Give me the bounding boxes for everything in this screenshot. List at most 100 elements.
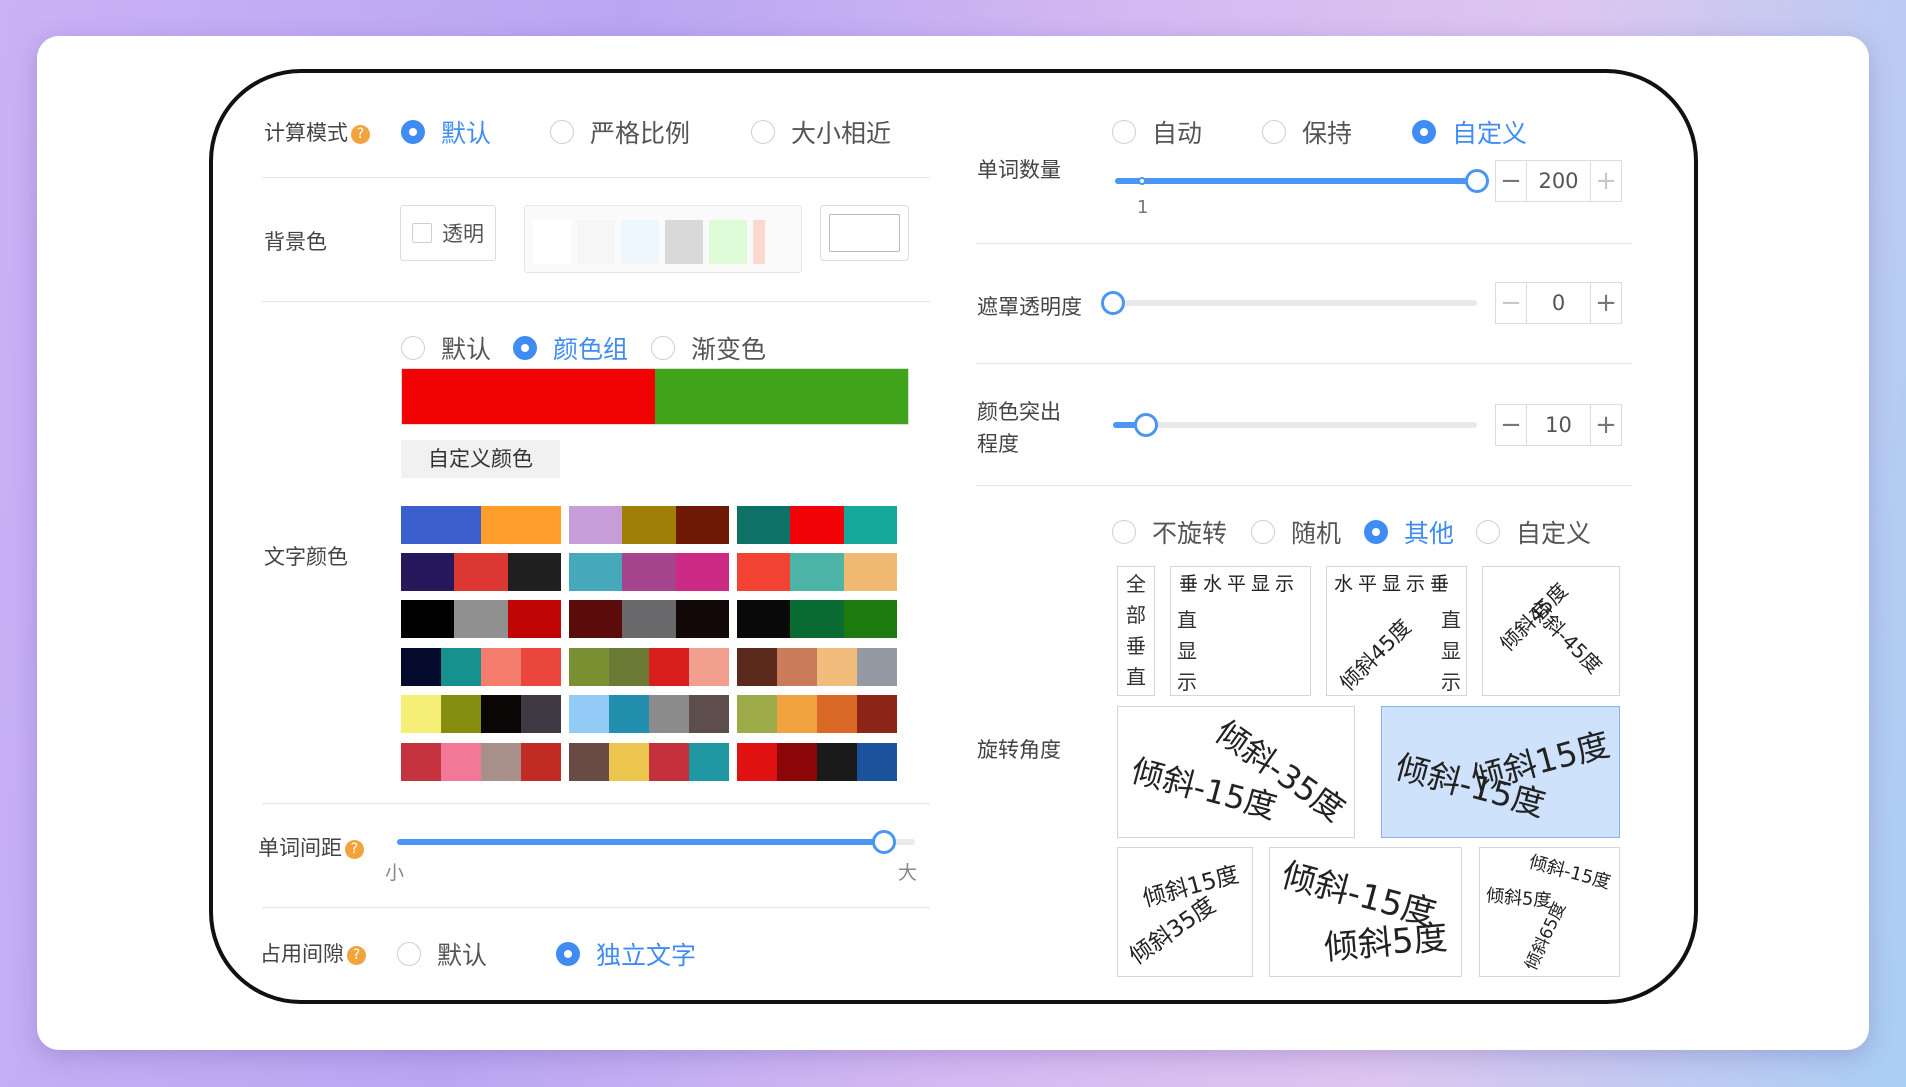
color-palette-option[interactable]	[737, 600, 897, 638]
word-spacing-slider-thumb[interactable]	[871, 830, 896, 854]
palette-color-swatch	[622, 600, 676, 638]
color-palette-option[interactable]	[569, 600, 729, 638]
palette-color-swatch	[521, 648, 561, 686]
color-palette-option[interactable]	[737, 506, 897, 544]
palette-color-swatch	[790, 600, 844, 638]
color-palette-option[interactable]	[737, 648, 897, 686]
color-palette-option[interactable]	[401, 648, 561, 686]
vertical-char: 示	[1177, 670, 1197, 694]
preset-text-vertical: 直显示	[1177, 605, 1197, 695]
color-palette-option[interactable]	[569, 506, 729, 544]
color-palette-option[interactable]	[401, 743, 561, 781]
rotation-preset-15-35[interactable]: 倾斜15度 倾斜35度	[1117, 847, 1253, 977]
palette-color-swatch	[817, 743, 857, 781]
word-count-keep-radio[interactable]: 保持	[1262, 114, 1352, 150]
background-swatch[interactable]	[621, 220, 659, 264]
color-emphasis-slider[interactable]	[1113, 422, 1477, 428]
help-icon[interactable]: ?	[351, 125, 370, 144]
color-palette-option[interactable]	[401, 600, 561, 638]
palette-color-swatch	[817, 648, 857, 686]
radio-label: 严格比例	[590, 119, 691, 148]
color-palette-option[interactable]	[737, 695, 897, 733]
rotation-preset-vertical-horizontal[interactable]: 垂水平显示 直显示	[1170, 566, 1311, 696]
help-icon[interactable]: ?	[347, 946, 366, 965]
radio-label: 自动	[1152, 119, 1203, 148]
rotation-preset-35[interactable]: 倾斜-35度 倾斜-15度	[1117, 706, 1355, 838]
color-palette-option[interactable]	[737, 553, 897, 591]
background-swatch[interactable]	[533, 220, 571, 264]
calc-mode-strict-radio[interactable]: 严格比例	[550, 114, 690, 150]
color-palette-option[interactable]	[401, 553, 561, 591]
palette-color-swatch	[481, 648, 521, 686]
color-palette-option[interactable]	[401, 506, 561, 544]
label-line: 颜色突出	[977, 400, 1061, 424]
increment-button[interactable]: +	[1591, 283, 1621, 323]
decrement-button[interactable]: −	[1496, 405, 1526, 445]
palette-color-swatch	[507, 553, 561, 591]
background-color-picker[interactable]	[820, 205, 909, 261]
background-swatch[interactable]	[753, 220, 765, 264]
word-count-auto-radio[interactable]: 自动	[1112, 114, 1202, 150]
transparent-checkbox[interactable]: 透明	[400, 205, 496, 261]
increment-button[interactable]: +	[1591, 161, 1621, 201]
color-emphasis-value[interactable]: 10	[1526, 405, 1591, 445]
color-palette-option[interactable]	[569, 648, 729, 686]
color-emphasis-slider-thumb[interactable]	[1133, 413, 1158, 437]
background-swatch[interactable]	[665, 220, 703, 264]
rotation-preset-65[interactable]: 倾斜-15度 倾斜5度 倾斜65度	[1479, 847, 1620, 977]
increment-button[interactable]: +	[1591, 405, 1621, 445]
slider-max-label: 大	[898, 862, 918, 884]
palette-color-swatch	[441, 506, 481, 544]
radio-label: 默认	[437, 941, 488, 970]
current-color-group[interactable]	[401, 368, 909, 425]
rotation-preset-mixed-45[interactable]: 水平显示垂 倾斜45度 直显示	[1326, 566, 1467, 696]
color-palette-option[interactable]	[569, 743, 729, 781]
decrement-button[interactable]: −	[1496, 283, 1526, 323]
background-swatch[interactable]	[709, 220, 747, 264]
radio-icon	[1364, 520, 1388, 544]
text-color-gradient-radio[interactable]: 渐变色	[651, 330, 766, 366]
word-count-value[interactable]: 200	[1526, 161, 1591, 201]
calc-mode-similar-radio[interactable]: 大小相近	[751, 114, 891, 150]
occupancy-independent-radio[interactable]: 独立文字	[556, 936, 696, 972]
text-color-group-radio[interactable]: 颜色组	[513, 330, 628, 366]
word-count-slider[interactable]	[1115, 178, 1477, 184]
color-palette-option[interactable]	[569, 553, 729, 591]
rotation-preset-15-5[interactable]: 倾斜-15度 倾斜5度	[1269, 847, 1462, 977]
color-palette-option[interactable]	[569, 695, 729, 733]
calc-mode-default-radio[interactable]: 默认	[401, 114, 491, 150]
word-count-stepper[interactable]: −200 +	[1495, 160, 1622, 202]
rotation-other-radio[interactable]: 其他	[1364, 514, 1454, 550]
palette-color-swatch	[675, 553, 729, 591]
mask-opacity-stepper[interactable]: −0 +	[1495, 282, 1622, 324]
palette-color-swatch	[737, 695, 777, 733]
palette-color-swatch	[401, 506, 441, 544]
background-swatch[interactable]	[577, 220, 615, 264]
word-count-custom-radio[interactable]: 自定义	[1412, 114, 1527, 150]
rotation-none-radio[interactable]: 不旋转	[1112, 514, 1227, 550]
slider-fill	[1115, 178, 1477, 184]
color-palette-option[interactable]	[737, 743, 897, 781]
color-palette-option[interactable]	[401, 695, 561, 733]
occupancy-gap-label-text: 占用间隙	[260, 942, 344, 966]
rotation-custom-radio[interactable]: 自定义	[1476, 514, 1591, 550]
word-spacing-slider[interactable]	[397, 839, 915, 845]
rotation-preset-45[interactable]: 倾斜45度 倾斜-45度	[1482, 566, 1620, 696]
text-color-default-radio[interactable]: 默认	[401, 330, 491, 366]
decrement-button[interactable]: −	[1496, 161, 1526, 201]
mask-opacity-slider[interactable]	[1113, 300, 1477, 306]
word-count-slider-thumb[interactable]	[1465, 169, 1489, 193]
mask-opacity-slider-thumb[interactable]	[1101, 291, 1125, 315]
color-emphasis-label: 颜色突出 程度	[977, 396, 1061, 460]
help-icon[interactable]: ?	[345, 840, 364, 859]
preset-text: 倾斜-15度	[1526, 851, 1613, 894]
rotation-random-radio[interactable]: 随机	[1251, 514, 1341, 550]
color-emphasis-stepper[interactable]: −10 +	[1495, 404, 1622, 446]
rotation-preset-all-vertical[interactable]: 全部垂直	[1117, 566, 1155, 696]
custom-color-button[interactable]: 自定义颜色	[401, 440, 560, 478]
rotation-preset-15[interactable]: 倾斜15度 倾斜-15度	[1381, 706, 1620, 838]
divider	[262, 803, 930, 804]
occupancy-default-radio[interactable]: 默认	[397, 936, 487, 972]
mask-opacity-value[interactable]: 0	[1526, 283, 1591, 323]
palette-color-swatch	[857, 695, 897, 733]
